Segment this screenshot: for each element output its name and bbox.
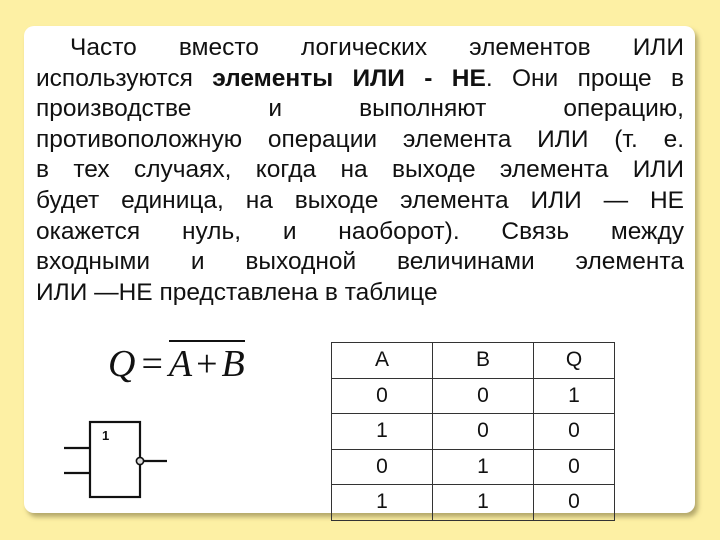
truth-table-cell: 1 xyxy=(533,377,615,414)
truth-table-header-cell: Q xyxy=(533,342,615,379)
formula-equals: = xyxy=(141,343,163,385)
paragraph-line: производстве и выполняют операцию, xyxy=(36,94,684,125)
truth-table-header-cell: B xyxy=(432,342,534,379)
truth-table-header-row: ABQ xyxy=(331,342,615,379)
text-segment: противоположную операции элемента ИЛИ (т… xyxy=(36,125,684,153)
nor-formula: Q = A + B xyxy=(108,340,245,386)
paragraph-line: противоположную операции элемента ИЛИ (т… xyxy=(36,125,684,156)
paragraph-line: используются элементы ИЛИ - НЕ. Они прощ… xyxy=(36,64,684,95)
truth-table-cell: 0 xyxy=(432,377,534,414)
truth-table-cell: 0 xyxy=(331,377,433,414)
truth-table-cell: 0 xyxy=(533,484,615,521)
text-segment: производстве и выполняют операцию, xyxy=(36,95,684,123)
text-segment: используются xyxy=(36,64,213,92)
text-segment: . Они проще в xyxy=(485,64,684,92)
paragraph-line: окажется нуль, и наоборот). Связь между xyxy=(36,217,684,248)
truth-table-cell: 0 xyxy=(432,413,534,450)
formula-var-b: B xyxy=(221,343,245,385)
truth-table-row: 100 xyxy=(331,413,615,450)
truth-table-cell: 1 xyxy=(331,484,433,521)
truth-table-row: 001 xyxy=(331,377,615,414)
paragraph-line: ИЛИ —НЕ представлена в таблице xyxy=(36,278,684,309)
formula-lhs: Q xyxy=(108,343,136,385)
truth-table: ABQ001100010110 xyxy=(331,342,615,521)
truth-table-cell: 0 xyxy=(533,413,615,450)
truth-table-cell: 1 xyxy=(331,413,433,450)
text-segment: будет единица, на выходе элемента ИЛИ — … xyxy=(36,186,684,214)
truth-table-row: 110 xyxy=(331,484,615,521)
bold-term: элементы ИЛИ - НЕ xyxy=(212,64,486,92)
truth-table-row: 010 xyxy=(331,448,615,485)
paragraph-line: входными и выходной величинами элемента xyxy=(36,247,684,278)
text-segment: Часто вместо логических элементов ИЛИ xyxy=(70,34,684,61)
text-segment: в тех случаях, когда на выходе элемента … xyxy=(36,156,684,184)
paragraph-line: Часто вместо логических элементов ИЛИ xyxy=(36,33,684,64)
paragraph-line: будет единица, на выходе элемента ИЛИ — … xyxy=(36,186,684,217)
truth-table-cell: 0 xyxy=(533,448,615,485)
formula-negation-bar: A + B xyxy=(168,340,245,385)
formula-plus: + xyxy=(196,343,218,385)
text-segment: окажется нуль, и наоборот). Связь между xyxy=(36,217,684,245)
truth-table-header-cell: A xyxy=(331,342,433,379)
text-segment: ИЛИ —НЕ представлена в таблице xyxy=(36,278,438,306)
truth-table-cell: 1 xyxy=(432,484,534,521)
formula-var-a: A xyxy=(168,343,193,385)
text-segment: входными и выходной величинами элемента xyxy=(36,248,684,276)
paragraph-line: в тех случаях, когда на выходе элемента … xyxy=(36,155,684,186)
truth-table-cell: 1 xyxy=(432,448,534,485)
body-paragraph: Часто вместо логических элементов ИЛИ исп… xyxy=(36,33,684,308)
truth-table-cell: 0 xyxy=(331,448,433,485)
